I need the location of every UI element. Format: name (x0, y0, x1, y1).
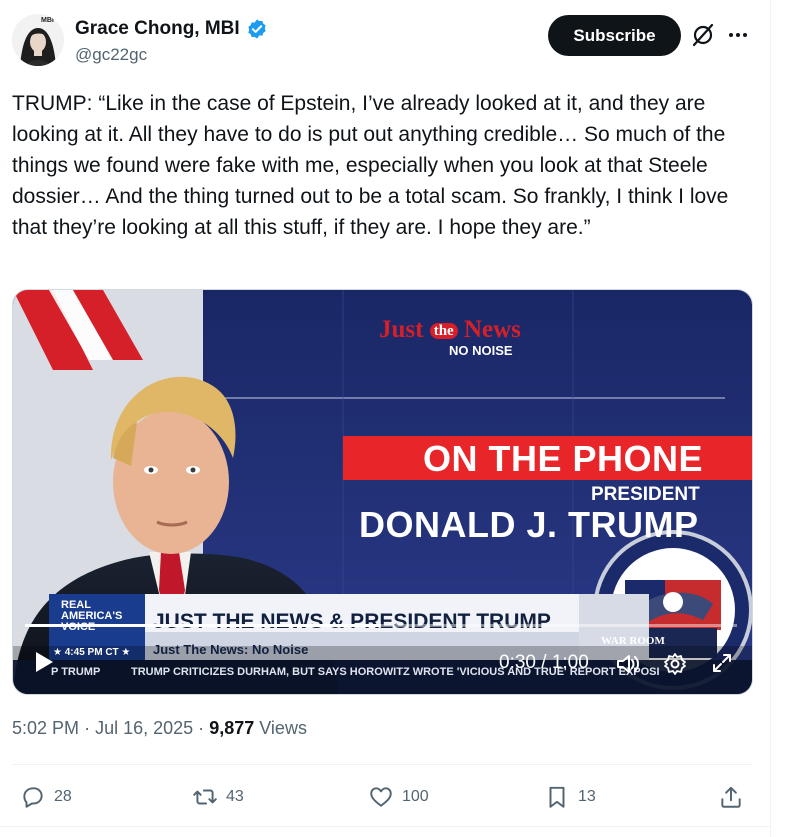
video-player[interactable]: Just the News NO NOISE ON THE PHONE PRES… (12, 289, 753, 695)
jtn-tagline: NO NOISE (449, 343, 513, 358)
avatar-image (12, 14, 64, 66)
caller-name: DONALD J. TRUMP (359, 504, 699, 545)
views-count: 9,877 (209, 718, 255, 738)
subscribe-button[interactable]: Subscribe (548, 15, 681, 56)
fullscreen-icon[interactable] (711, 652, 733, 674)
tweet-time[interactable]: 5:02 PM (12, 718, 79, 738)
network-logo: REAL AMERICA'S VOICE (61, 600, 141, 633)
logo-news: News (463, 316, 521, 343)
war-room-logo: WAR ROOM (601, 635, 665, 647)
volume-icon[interactable] (615, 652, 641, 676)
meta-separator: · (198, 718, 205, 738)
verified-badge-icon[interactable] (246, 18, 268, 40)
logo-the: the (429, 322, 458, 339)
tweet-date[interactable]: Jul 16, 2025 (95, 718, 193, 738)
like-button[interactable]: 100 (368, 782, 429, 812)
broadcast-clock: ★ 4:45 PM CT ★ (53, 647, 131, 658)
crawl-left-label: P TRUMP (51, 666, 101, 678)
lower-third-title: JUST THE NEWS & PRESIDENT TRUMP (153, 610, 551, 633)
retweet-count: 43 (226, 788, 244, 805)
reply-count: 28 (54, 788, 72, 805)
retweet-button[interactable]: 43 (192, 782, 244, 812)
share-icon (721, 786, 741, 808)
avatar-badge: MBI (41, 17, 54, 24)
author-name[interactable]: Grace Chong, MBI (75, 18, 240, 40)
avatar[interactable]: MBI (12, 14, 64, 66)
bottom-border (0, 826, 770, 827)
video-progress-fill (25, 624, 381, 627)
on-the-phone-banner: ON THE PHONE (423, 438, 704, 479)
grok-icon[interactable] (690, 22, 716, 48)
author-handle[interactable]: @gc22gc (75, 45, 147, 65)
bookmark-icon (549, 786, 565, 808)
video-time: 0:30 / 1:00 (499, 652, 589, 673)
heart-icon (370, 787, 392, 807)
reply-button[interactable]: 28 (20, 782, 72, 812)
views-label: Views (259, 718, 307, 738)
like-count: 100 (402, 788, 429, 805)
column-border (770, 0, 771, 837)
bookmark-button[interactable]: 13 (544, 782, 596, 812)
video-progress-bar[interactable] (25, 624, 737, 627)
tweet-meta: 5:02 PM · Jul 16, 2025 · 9,877 Views (12, 718, 307, 739)
retweet-icon (193, 789, 217, 805)
meta-separator: · (84, 718, 91, 738)
jtn-logo: Just the News (379, 316, 521, 344)
share-button[interactable] (718, 782, 752, 812)
reply-icon (23, 787, 43, 808)
divider (12, 764, 752, 765)
logo-just: Just (379, 316, 424, 343)
tweet-text: TRUMP: “Like in the case of Epstein, I’v… (12, 92, 729, 239)
bookmark-count: 13 (578, 788, 596, 805)
lower-third-subtitle: Just The News: No Noise (153, 642, 309, 657)
president-label: PRESIDENT (591, 484, 700, 505)
more-icon[interactable] (726, 22, 752, 48)
settings-gear-icon[interactable] (663, 652, 687, 676)
play-icon[interactable] (33, 650, 55, 674)
